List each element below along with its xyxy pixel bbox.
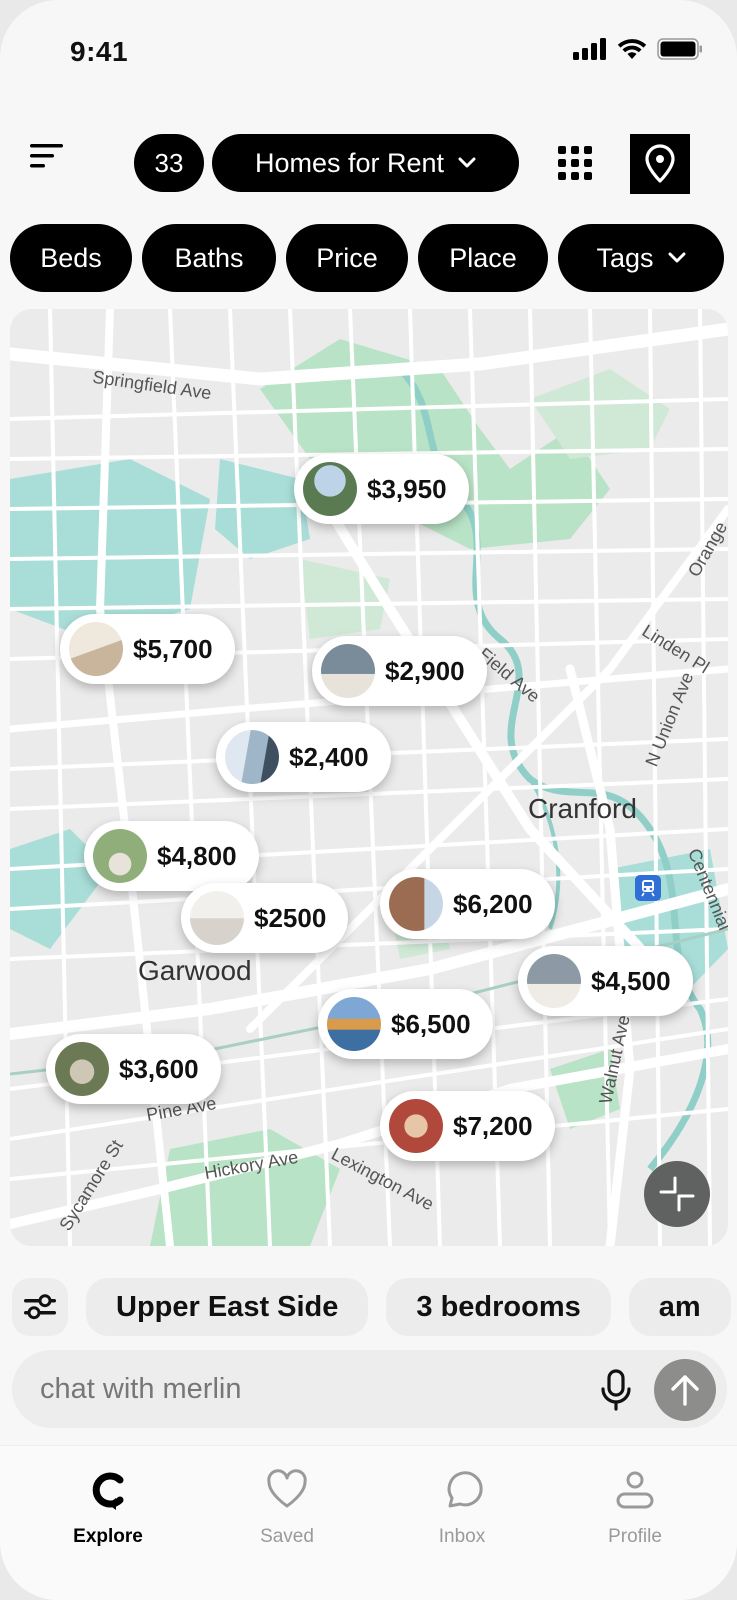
listing-pin[interactable]: $2500: [181, 883, 349, 953]
listing-thumbnail: [321, 644, 375, 698]
nav-inbox[interactable]: Inbox: [402, 1468, 522, 1548]
listing-mode-dropdown[interactable]: Homes for Rent: [212, 134, 519, 192]
listing-thumbnail: [225, 730, 279, 784]
filter-price[interactable]: Price: [286, 224, 408, 292]
map-view[interactable]: Cranford Garwood Springfield Ave Linden …: [10, 309, 728, 1246]
send-button[interactable]: [654, 1359, 716, 1421]
listing-thumbnail: [527, 954, 581, 1008]
nav-explore[interactable]: Explore: [48, 1468, 168, 1548]
filter-label: Place: [449, 242, 517, 273]
listing-thumbnail: [389, 1099, 443, 1153]
explore-icon: [92, 1472, 124, 1510]
listing-pin[interactable]: $2,400: [216, 722, 391, 792]
collapse-map-button[interactable]: [644, 1161, 710, 1227]
filter-bar: Beds Baths Price Place Tags: [10, 224, 724, 292]
chevron-down-icon: [458, 157, 476, 168]
chat-bubble-icon: [447, 1471, 483, 1508]
nav-label: Explore: [73, 1526, 143, 1547]
menu-button[interactable]: [26, 140, 74, 180]
filter-baths[interactable]: Baths: [142, 224, 276, 292]
listing-price: $3,950: [367, 473, 447, 504]
results-count[interactable]: 33: [134, 134, 204, 192]
listing-pin[interactable]: $3,950: [294, 454, 469, 524]
listing-price: $3,600: [119, 1053, 199, 1084]
chat-bar: [12, 1350, 727, 1428]
filter-label: Price: [316, 242, 378, 273]
listing-price: $4,500: [591, 965, 671, 996]
voice-input-button[interactable]: [596, 1368, 636, 1412]
filter-place[interactable]: Place: [418, 224, 548, 292]
menu-icon: [30, 144, 63, 168]
chevron-down-icon: [668, 252, 686, 263]
microphone-icon: [601, 1369, 631, 1411]
arrow-up-icon: [671, 1375, 699, 1406]
listing-thumbnail: [389, 877, 443, 931]
listing-thumbnail: [55, 1042, 109, 1096]
suggestion-chip[interactable]: am: [628, 1278, 731, 1336]
nav-label: Profile: [608, 1526, 662, 1547]
train-station-icon: [635, 875, 661, 901]
collapse-icon: [659, 1176, 695, 1212]
search-settings-button[interactable]: [12, 1278, 68, 1336]
listing-pin[interactable]: $7,200: [380, 1091, 555, 1161]
chat-input[interactable]: [40, 1350, 560, 1428]
wifi-icon: [617, 39, 647, 59]
listing-pin[interactable]: $6,500: [318, 989, 493, 1059]
profile-icon: [616, 1471, 654, 1509]
filter-beds[interactable]: Beds: [10, 224, 132, 292]
heart-icon: [267, 1469, 307, 1508]
listing-thumbnail: [327, 997, 381, 1051]
listing-price: $7,200: [453, 1110, 533, 1141]
suggestion-bar: Upper East Side 3 bedrooms am: [12, 1278, 731, 1336]
listing-price: $2,400: [289, 741, 369, 772]
listing-price: $6,500: [391, 1008, 471, 1039]
nav-saved[interactable]: Saved: [227, 1468, 347, 1548]
map-view-button[interactable]: [630, 134, 690, 194]
listing-price: $5,700: [133, 633, 213, 664]
filter-label: Beds: [40, 242, 102, 273]
sliders-icon: [24, 1294, 56, 1320]
battery-icon: [657, 38, 702, 60]
listing-pin[interactable]: $6,200: [380, 869, 555, 939]
listing-thumbnail: [69, 622, 123, 676]
signal-icon: [573, 38, 606, 60]
listing-thumbnail: [93, 829, 147, 883]
listing-price: $2,900: [385, 655, 465, 686]
status-icons: [573, 38, 703, 60]
listing-thumbnail: [303, 462, 357, 516]
nav-profile[interactable]: Profile: [575, 1468, 695, 1548]
suggestion-chip[interactable]: Upper East Side: [86, 1278, 369, 1336]
listing-pin[interactable]: $3,600: [46, 1034, 221, 1104]
place-label-cranford: Cranford: [528, 793, 637, 824]
listing-price: $2500: [254, 902, 327, 933]
listing-pin[interactable]: $4,800: [84, 821, 259, 891]
status-time: 9:41: [70, 36, 129, 67]
suggestion-chip[interactable]: 3 bedrooms: [386, 1278, 611, 1336]
filter-label: Baths: [174, 242, 244, 273]
map-pin-icon: [645, 144, 675, 183]
listing-thumbnail: [190, 891, 244, 945]
listing-pin[interactable]: $4,500: [518, 946, 693, 1016]
nav-label: Saved: [260, 1526, 314, 1547]
filter-tags[interactable]: Tags: [558, 224, 724, 292]
listing-price: $4,800: [157, 840, 237, 871]
listing-pin[interactable]: $2,900: [312, 636, 487, 706]
bottom-navigation: Explore Saved Inbox Profile: [0, 1445, 737, 1600]
listing-pin[interactable]: $5,700: [60, 614, 235, 684]
grid-view-button[interactable]: [556, 144, 596, 184]
nav-label: Inbox: [438, 1526, 486, 1547]
place-label-garwood: Garwood: [138, 955, 252, 986]
listing-price: $6,200: [453, 888, 533, 919]
listing-mode-label: Homes for Rent: [254, 147, 445, 178]
app-screen: 9:41 33 Homes for Rent Beds Baths Price …: [0, 0, 737, 1600]
filter-label: Tags: [596, 242, 654, 273]
grid-icon: [558, 146, 592, 180]
